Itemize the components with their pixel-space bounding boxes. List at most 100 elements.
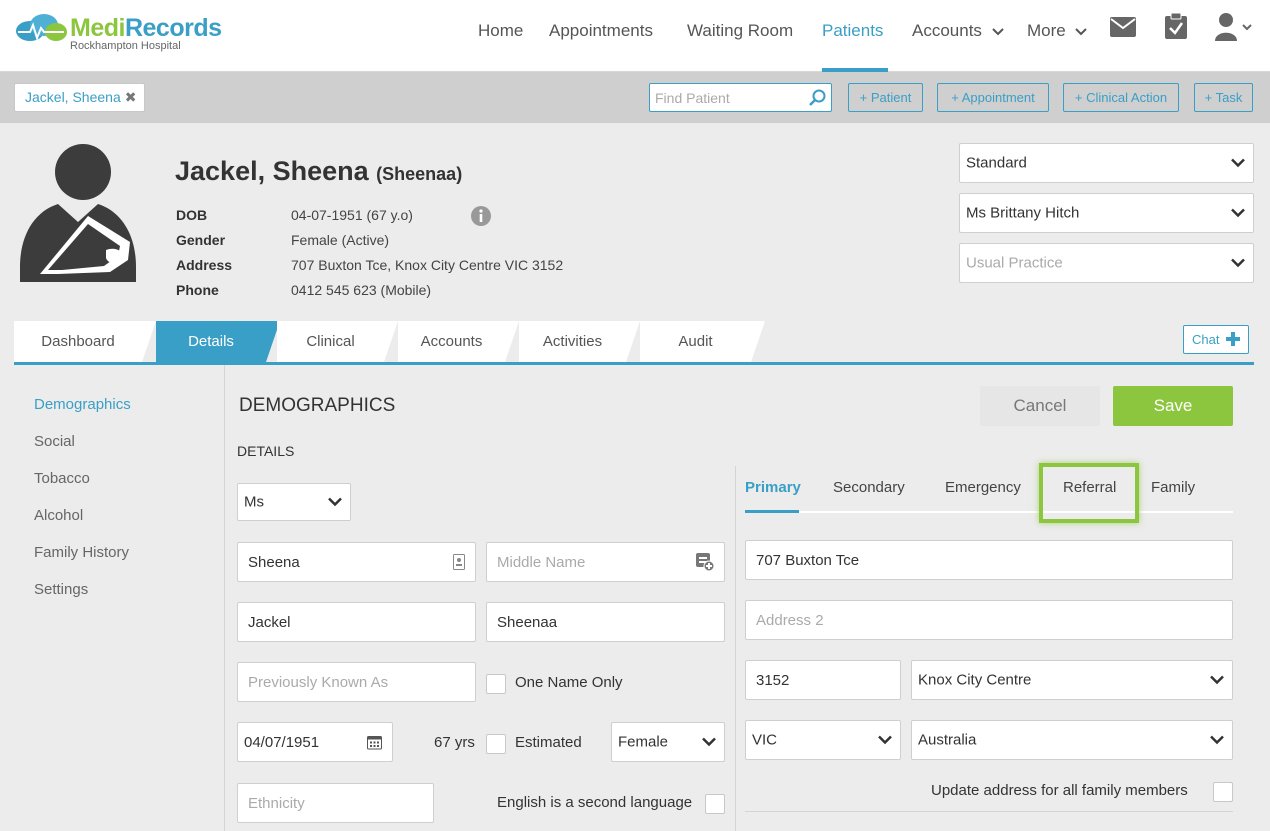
address-line2-field[interactable] xyxy=(745,600,1233,640)
add-appointment-button[interactable]: + Appointment xyxy=(937,83,1049,112)
tab-accounts-edge xyxy=(505,321,519,362)
mail-icon[interactable] xyxy=(1110,17,1136,42)
calendar-icon[interactable] xyxy=(367,735,382,750)
address-line2-input[interactable] xyxy=(746,601,1232,639)
update-family-address-checkbox[interactable] xyxy=(1213,782,1233,802)
address-value: 707 Buxton Tce, Knox City Centre VIC 315… xyxy=(291,257,564,273)
previously-known-as-field[interactable] xyxy=(237,662,476,702)
ethnicity-input[interactable] xyxy=(238,784,433,822)
postcode-input[interactable] xyxy=(746,661,900,699)
dob-field[interactable] xyxy=(237,722,393,762)
close-icon[interactable]: ✖ xyxy=(125,89,137,105)
find-patient-field[interactable] xyxy=(649,83,832,112)
chevron-down-icon xyxy=(1075,27,1088,35)
cancel-button[interactable]: Cancel xyxy=(980,386,1100,426)
address-line1-input[interactable] xyxy=(746,541,1232,579)
previously-known-as-input[interactable] xyxy=(238,663,475,701)
phone-label: Phone xyxy=(176,282,219,298)
chevron-down-icon xyxy=(1210,735,1224,745)
address-label: Address xyxy=(176,257,233,273)
tab-clinical[interactable]: Clinical xyxy=(277,321,384,362)
address-tab-active-indicator xyxy=(745,510,799,513)
patient-type-value: Standard xyxy=(966,154,1027,172)
nav-patients[interactable]: Patients xyxy=(822,21,883,41)
ethnicity-field[interactable] xyxy=(237,783,434,823)
tab-address-family[interactable]: Family xyxy=(1151,479,1195,496)
tab-clinical-edge xyxy=(384,321,398,362)
english-second-language-checkbox[interactable] xyxy=(705,794,725,814)
tab-activities[interactable]: Activities xyxy=(519,321,626,362)
save-button[interactable]: Save xyxy=(1113,386,1233,426)
info-icon[interactable] xyxy=(471,206,491,231)
tab-address-secondary[interactable]: Secondary xyxy=(833,479,905,496)
address-line1-field[interactable] xyxy=(745,540,1233,580)
add-task-button[interactable]: + Task xyxy=(1194,83,1253,112)
tab-details[interactable]: Details xyxy=(156,321,266,362)
patient-chip[interactable]: Jackel, Sheena ✖ xyxy=(14,83,146,112)
chevron-down-icon xyxy=(878,735,892,745)
user-menu[interactable] xyxy=(1215,13,1253,46)
preferred-name-field[interactable] xyxy=(486,602,725,642)
nav-home[interactable]: Home xyxy=(478,21,523,41)
gender-value: Female (Active) xyxy=(291,232,390,248)
find-patient-input[interactable] xyxy=(650,84,800,111)
tab-activities-edge xyxy=(626,321,640,362)
sex-select-value: Female xyxy=(618,733,669,751)
chat-button[interactable]: Chat xyxy=(1183,325,1249,354)
sex-select[interactable]: Female xyxy=(611,722,725,762)
first-name-field[interactable] xyxy=(237,542,476,582)
nav-accounts[interactable]: Accounts xyxy=(912,21,1004,41)
sidebar-item-tobacco[interactable]: Tobacco xyxy=(34,470,90,487)
state-value: VIC xyxy=(752,731,778,749)
nav-appointments[interactable]: Appointments xyxy=(549,21,653,41)
tab-dashboard-edge xyxy=(142,321,156,362)
last-name-input[interactable] xyxy=(238,603,475,641)
title-select-value: Ms xyxy=(244,493,264,511)
search-icon[interactable] xyxy=(809,89,827,107)
nav-waiting-room[interactable]: Waiting Room xyxy=(687,21,793,41)
usual-practice-placeholder: Usual Practice xyxy=(966,254,1063,272)
patient-type-select[interactable]: Standard xyxy=(959,143,1254,183)
title-select[interactable]: Ms xyxy=(237,483,351,521)
add-name-icon[interactable] xyxy=(696,553,714,571)
chevron-down-icon xyxy=(1231,208,1245,218)
chat-label: Chat xyxy=(1192,332,1220,347)
logo-wordmark: MediRecords xyxy=(70,14,222,43)
postcode-field[interactable] xyxy=(745,660,901,700)
practitioner-select[interactable]: Ms Brittany Hitch xyxy=(959,193,1254,233)
logo-medi: Medi xyxy=(70,14,125,42)
dob-value: 04-07-1951 (67 y.o) xyxy=(291,207,413,223)
preferred-name-input[interactable] xyxy=(487,603,724,641)
tab-audit[interactable]: Audit xyxy=(640,321,751,362)
tab-accounts[interactable]: Accounts xyxy=(398,321,505,362)
last-name-field[interactable] xyxy=(237,602,476,642)
sidebar-item-alcohol[interactable]: Alcohol xyxy=(34,507,83,524)
tab-address-primary[interactable]: Primary xyxy=(745,479,801,496)
tab-dashboard[interactable]: Dashboard xyxy=(14,321,142,362)
nav-more[interactable]: More xyxy=(1027,21,1088,41)
patient-name-text: Jackel, Sheena xyxy=(175,156,369,186)
middle-name-field[interactable] xyxy=(486,542,725,582)
sidebar-item-family-history[interactable]: Family History xyxy=(34,544,129,561)
column-divider xyxy=(735,466,736,831)
add-clinical-action-button[interactable]: + Clinical Action xyxy=(1063,83,1179,112)
one-name-only-checkbox[interactable] xyxy=(486,674,506,694)
first-name-input[interactable] xyxy=(238,543,475,581)
clipboard-icon[interactable] xyxy=(1165,12,1187,44)
country-value: Australia xyxy=(918,731,977,749)
tab-address-emergency[interactable]: Emergency xyxy=(945,479,1021,496)
middle-name-input[interactable] xyxy=(487,543,724,581)
estimated-checkbox[interactable] xyxy=(486,734,506,754)
add-patient-button[interactable]: + Patient xyxy=(848,83,923,112)
one-name-only-label: One Name Only xyxy=(515,674,623,691)
chevron-down-icon xyxy=(1231,258,1245,268)
suburb-select[interactable]: Knox City Centre xyxy=(911,660,1233,700)
age-label: 67 yrs xyxy=(434,734,475,751)
usual-practice-select[interactable]: Usual Practice xyxy=(959,243,1254,283)
sidebar-item-social[interactable]: Social xyxy=(34,433,75,450)
state-select[interactable]: VIC xyxy=(745,720,901,760)
country-select[interactable]: Australia xyxy=(911,720,1233,760)
practitioner-value: Ms Brittany Hitch xyxy=(966,204,1080,222)
sidebar-item-demographics[interactable]: Demographics xyxy=(34,396,131,413)
sidebar-item-settings[interactable]: Settings xyxy=(34,581,88,598)
